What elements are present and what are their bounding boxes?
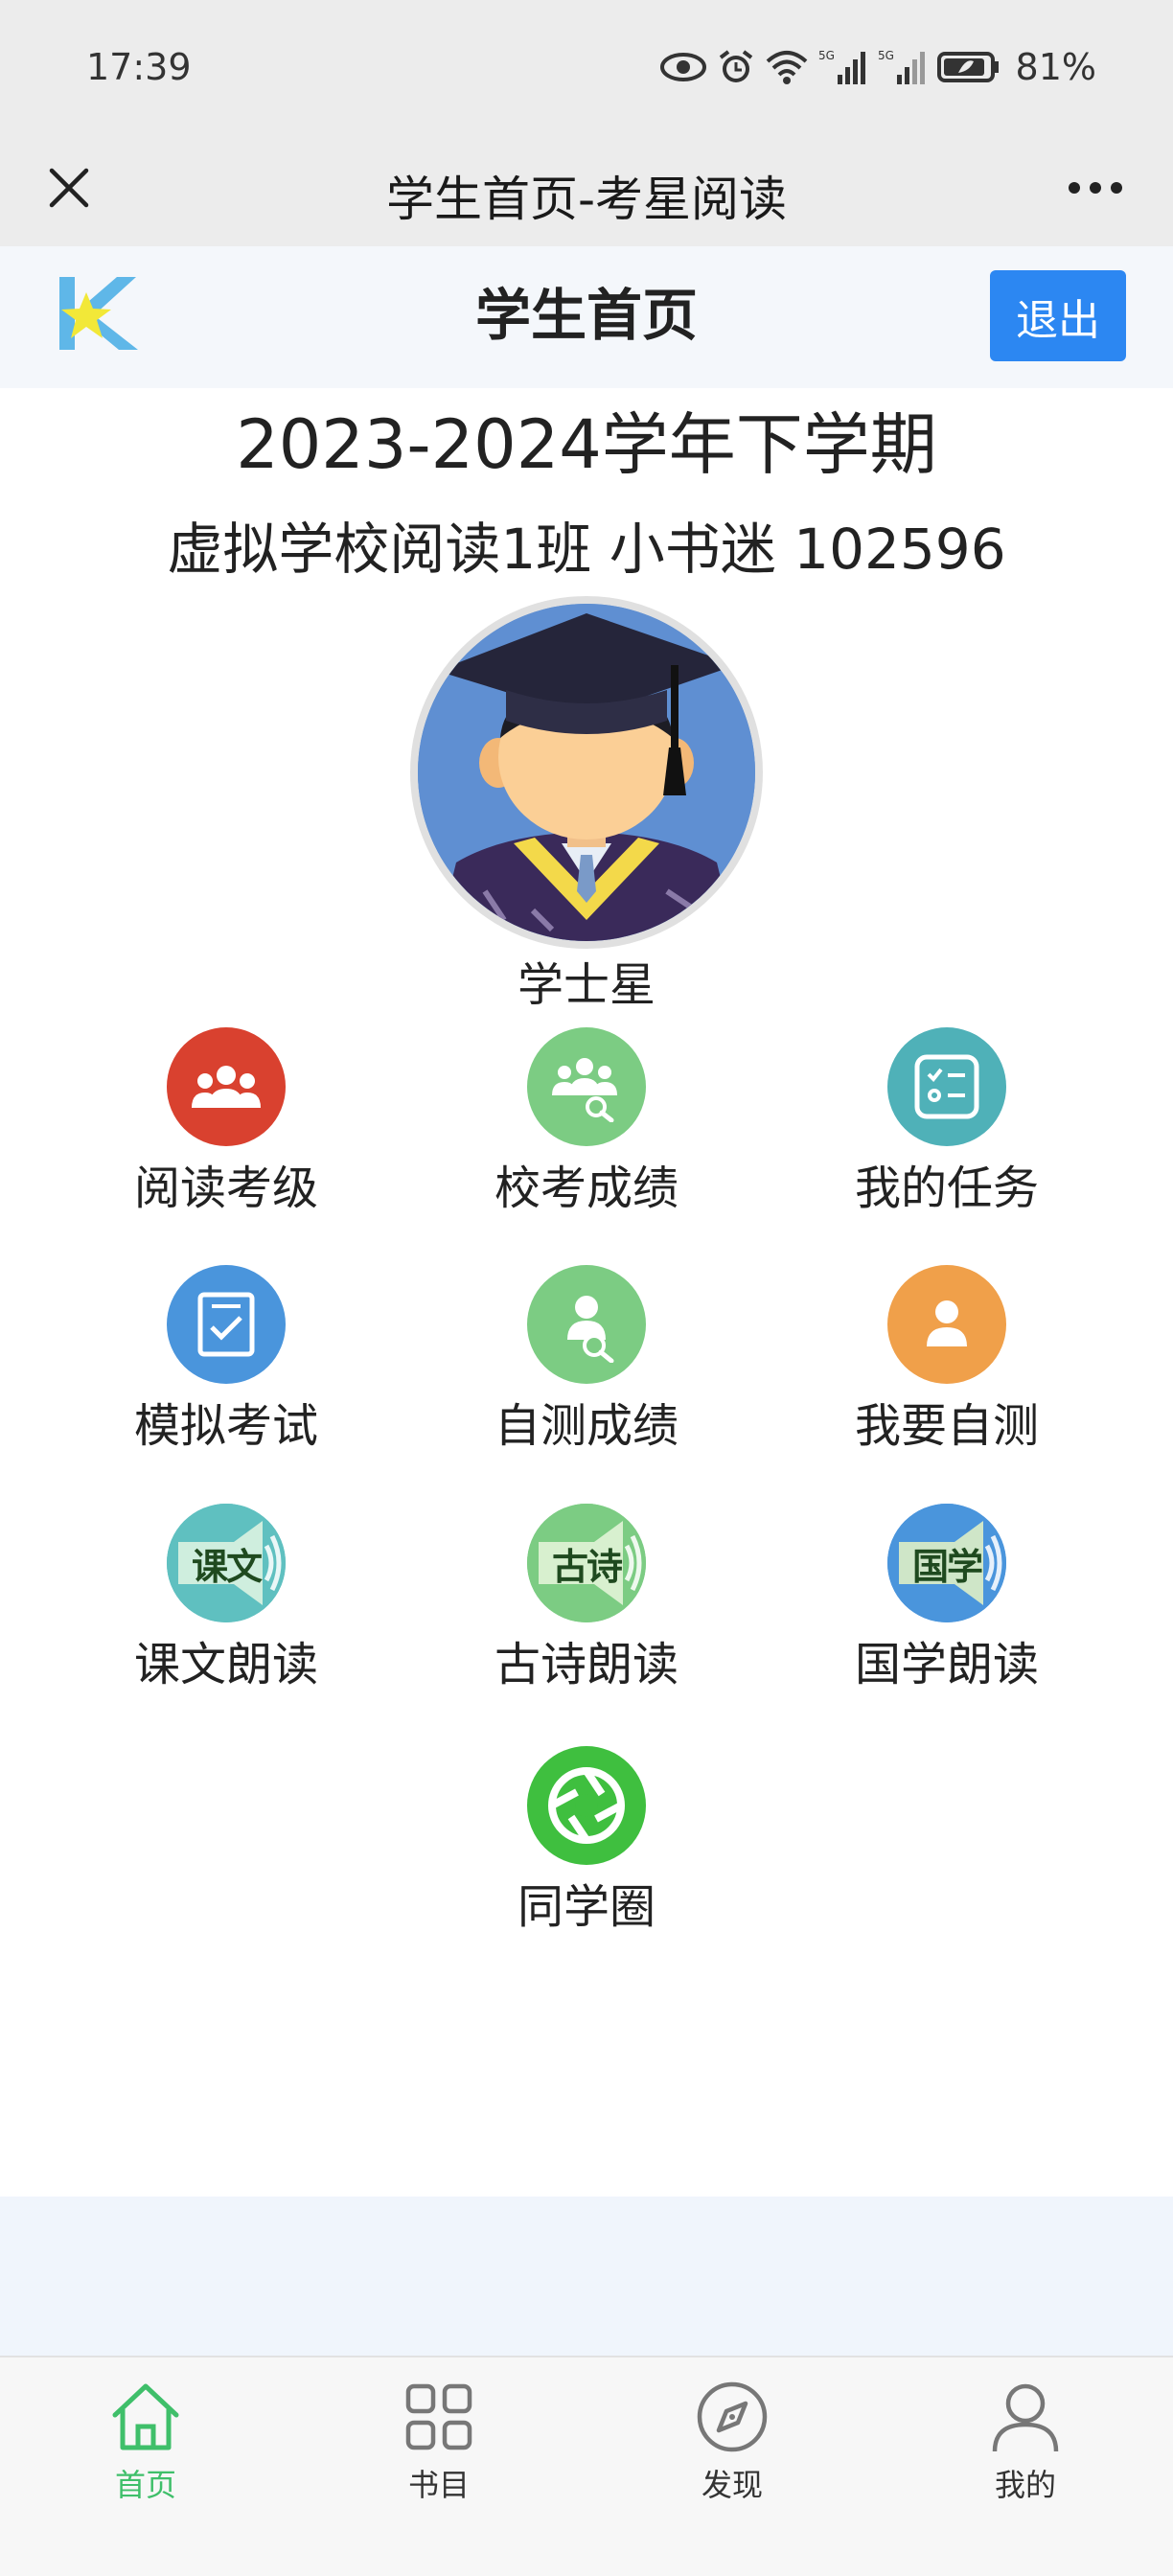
tab-label: 首页 — [114, 2467, 176, 2503]
grid-item-mock-exam[interactable]: 模拟考试 — [82, 1265, 370, 1457]
aperture-icon — [527, 1746, 646, 1865]
bottom-spacer — [0, 2196, 1173, 2358]
speaker-icon: 课文 — [167, 1504, 286, 1622]
more-button[interactable] — [1052, 153, 1138, 222]
svg-text:5G: 5G — [878, 49, 894, 62]
grid-item-sinology-reading[interactable]: 国学 国学朗读 — [803, 1504, 1091, 1695]
compass-icon — [697, 2381, 768, 2452]
status-icons: 5G 5G 81% — [659, 40, 1096, 94]
graduate-avatar-icon — [418, 604, 755, 941]
grid-item-school-exam-score[interactable]: 校考成绩 — [443, 1027, 730, 1219]
grid-icon — [405, 2383, 472, 2450]
checklist-icon — [887, 1027, 1006, 1146]
tab-label: 我的 — [994, 2467, 1056, 2503]
user-icon — [992, 2383, 1059, 2452]
tab-book-list[interactable]: 书目 — [343, 2379, 535, 2513]
grid-item-self-test-score[interactable]: 自测成绩 — [443, 1265, 730, 1457]
rank-title: 学士星 — [517, 958, 656, 1012]
checkbox-doc-icon — [167, 1265, 286, 1384]
tab-discover[interactable]: 发现 — [636, 2379, 828, 2513]
grid-item-label: 我要自测 — [854, 1399, 1039, 1453]
tab-home[interactable]: 首页 — [50, 2379, 242, 2513]
speaker-icon: 国学 — [887, 1504, 1006, 1622]
nav-title: 学生首页-考星阅读 — [385, 172, 788, 227]
grid-item-label: 阅读考级 — [133, 1162, 318, 1215]
wifi-icon — [766, 51, 807, 84]
person-search-icon — [527, 1265, 646, 1384]
grid-item-reading-level-exam[interactable]: 阅读考级 — [82, 1027, 370, 1219]
tab-mine[interactable]: 我的 — [930, 2379, 1121, 2513]
tab-label: 书目 — [407, 2467, 470, 2503]
speaker-icon-text: 课文 — [191, 1544, 263, 1588]
app-header: 学生首页 退出 — [0, 246, 1173, 388]
svg-text:5G: 5G — [818, 49, 835, 62]
grid-item-label: 我的任务 — [854, 1162, 1039, 1215]
grid-item-label: 自测成绩 — [494, 1399, 678, 1453]
speaker-icon-text: 国学 — [911, 1544, 983, 1588]
grid-item-label: 国学朗读 — [854, 1638, 1039, 1691]
group-icon — [167, 1027, 286, 1146]
wechat-nav-bar: 学生首页-考星阅读 — [0, 134, 1173, 246]
speaker-icon: 古诗 — [527, 1504, 646, 1622]
eye-icon — [659, 53, 706, 81]
alarm-icon — [719, 50, 752, 82]
grid-item-classmates-circle[interactable]: 同学圈 — [443, 1746, 730, 1938]
term-title: 2023-2024学年下学期 — [236, 405, 937, 484]
status-bar: 17:39 5G 5G 81% — [0, 0, 1173, 134]
class-info: 虚拟学校阅读1班 小书迷 102596 — [167, 517, 1006, 582]
tab-bar: 首页 书目 发现 我的 — [0, 2356, 1173, 2576]
grid-item-take-self-test[interactable]: 我要自测 — [803, 1265, 1091, 1457]
group-search-icon — [527, 1027, 646, 1146]
grid-item-label: 同学圈 — [517, 1880, 656, 1934]
grid-item-label: 校考成绩 — [494, 1162, 678, 1215]
grid-item-label: 模拟考试 — [133, 1399, 318, 1453]
tab-label: 发现 — [701, 2467, 763, 2503]
grid-item-poem-reading[interactable]: 古诗 古诗朗读 — [443, 1504, 730, 1695]
person-icon — [887, 1265, 1006, 1384]
signal-icon: 5G — [818, 49, 865, 84]
speaker-icon-text: 古诗 — [551, 1544, 623, 1588]
battery-level: 81% — [1015, 46, 1096, 88]
grid-item-text-reading[interactable]: 课文 课文朗读 — [82, 1504, 370, 1695]
grid-item-label: 课文朗读 — [133, 1638, 318, 1691]
grid-item-my-tasks[interactable]: 我的任务 — [803, 1027, 1091, 1219]
status-time: 17:39 — [86, 46, 192, 88]
logout-button[interactable]: 退出 — [990, 270, 1126, 361]
signal-icon-2: 5G — [878, 49, 925, 84]
student-avatar[interactable] — [410, 596, 763, 949]
grid-item-label: 古诗朗读 — [494, 1638, 678, 1691]
more-icon — [1069, 182, 1122, 194]
battery-icon — [936, 52, 999, 82]
home-icon — [112, 2383, 179, 2450]
